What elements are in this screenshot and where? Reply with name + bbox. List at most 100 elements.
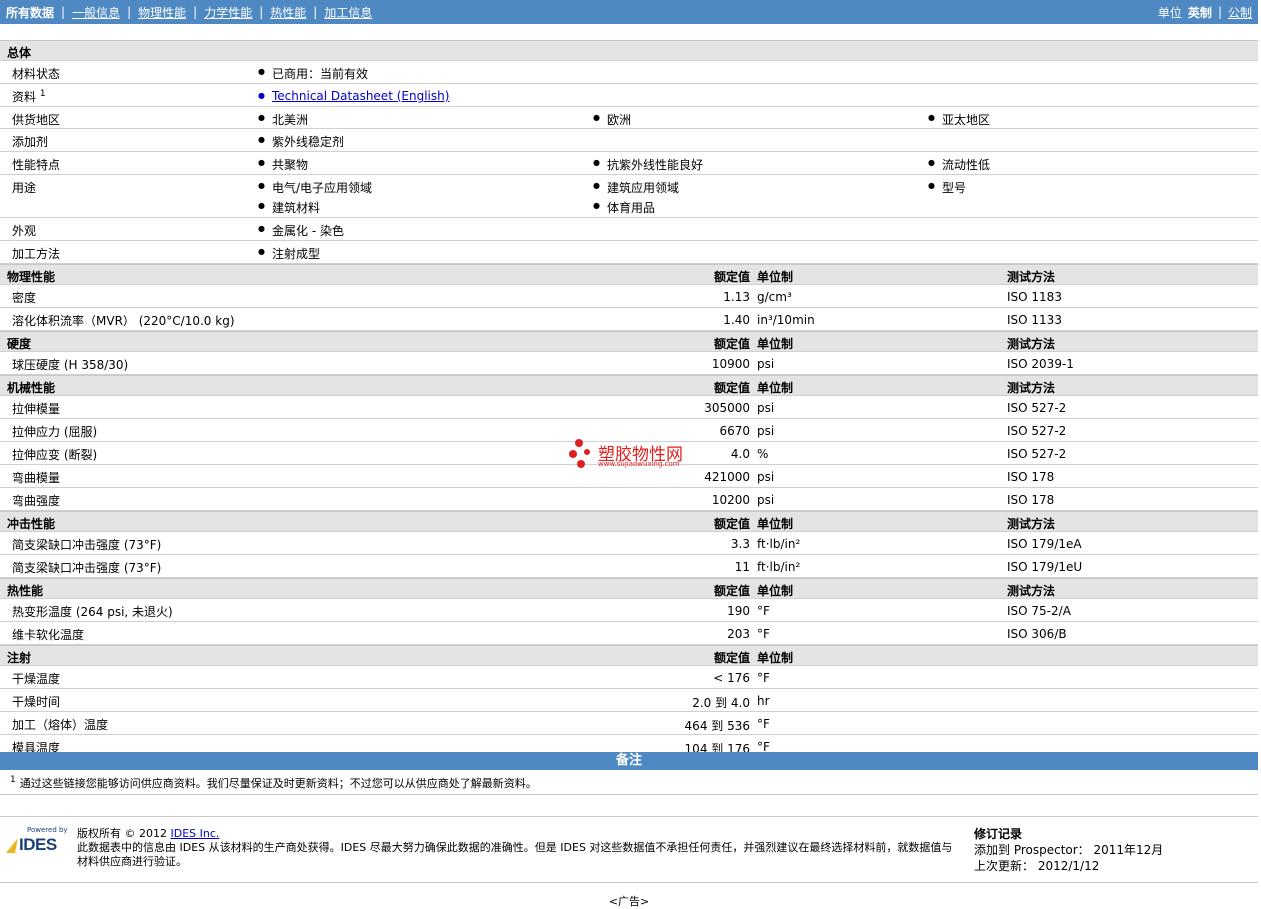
row-label: 材料状态 [12, 67, 61, 81]
nav-separator: | [1217, 5, 1222, 19]
section-general: 总体 [0, 40, 1258, 61]
row-value: 抗紫外线性能良好 [593, 156, 703, 173]
property-unit: g/cm³ [757, 290, 792, 304]
property-row: 热变形温度 (264 psi, 未退火) 190 °F ISO 75-2/A [0, 599, 1258, 622]
section-header: 硬度 额定值 单位制 测试方法 [0, 331, 1258, 352]
header-value: 额定值 [713, 651, 750, 665]
property-value: 190 [727, 604, 750, 618]
row-availability: 供货地区 北美洲 欧洲 亚太地区 [0, 107, 1258, 129]
property-test-method: ISO 75-2/A [1007, 604, 1071, 618]
property-row: 维卡软化温度 203 °F ISO 306/B [0, 622, 1258, 645]
watermark-url: www.sujiaowuxing.com [598, 460, 680, 468]
nav-processing[interactable]: 加工信息 [324, 4, 372, 21]
nav-all-data[interactable]: 所有数据 [6, 4, 54, 21]
nav-thermal[interactable]: 热性能 [270, 4, 306, 21]
section-header: 热性能 额定值 单位制 测试方法 [0, 578, 1258, 599]
property-label: 拉伸应力 (屈服) [12, 425, 98, 439]
divider [0, 882, 1258, 883]
row-value: 建筑应用领域 [593, 179, 679, 196]
property-value: 3.3 [730, 537, 750, 551]
property-row: 弯曲强度 10200 psi ISO 178 [0, 488, 1258, 511]
nav-separator: | [193, 5, 198, 19]
row-value: 已商用：当前有效 [258, 65, 368, 82]
row-value: 亚太地区 [928, 111, 990, 128]
property-unit: in³/10min [757, 313, 815, 327]
section-title: 冲击性能 [7, 517, 56, 531]
property-row: 干燥温度 < 176 °F [0, 666, 1258, 689]
row-value: 电气/电子应用领域 [258, 179, 372, 196]
revision-history: 修订记录 添加到 Prospector： 2011年12月 上次更新： 2012… [974, 826, 1163, 874]
disclaimer: 此数据表中的信息由 IDES 从该材料的生产商处获得。IDES 尽最大努力确保此… [77, 841, 953, 868]
header-value: 额定值 [713, 381, 750, 395]
property-value: 1.40 [723, 313, 750, 327]
section-header: 注射 额定值 单位制 [0, 645, 1258, 666]
nav-physical[interactable]: 物理性能 [138, 4, 186, 21]
property-unit: psi [757, 357, 775, 371]
property-test-method: ISO 179/1eA [1007, 537, 1082, 551]
dots-icon [569, 439, 590, 468]
watermark-logo: 塑胶物性网 www.sujiaowuxing.com [568, 438, 698, 472]
property-row: 加工（熔体）温度 464 到 536 °F [0, 712, 1258, 735]
property-label: 干燥温度 [12, 672, 61, 686]
row-label: 添加剂 [12, 135, 49, 149]
property-unit: psi [757, 493, 775, 507]
property-label: 密度 [12, 291, 37, 305]
property-test-method: ISO 1133 [1007, 313, 1062, 327]
property-unit: °F [757, 604, 770, 618]
property-unit: psi [757, 401, 775, 415]
section-header: 机械性能 额定值 单位制 测试方法 [0, 375, 1258, 396]
nav-mechanical[interactable]: 力学性能 [204, 4, 252, 21]
property-sections: 物理性能 额定值 单位制 测试方法 密度 1.13 g/cm³ ISO 1183 溶化体积流率（… [0, 264, 1258, 758]
property-label: 拉伸模量 [12, 402, 61, 416]
property-label: 加工（熔体）温度 [12, 718, 109, 732]
row-label: 资料 1 [12, 89, 46, 104]
nav-separator: | [61, 5, 66, 19]
nav-general-info[interactable]: 一般信息 [72, 4, 120, 21]
header-test-method: 测试方法 [1007, 381, 1056, 395]
row-value: 欧洲 [593, 111, 631, 128]
unit-metric-link[interactable]: 公制 [1228, 4, 1252, 21]
row-value: 北美洲 [258, 111, 308, 128]
row-value: 紫外线稳定剂 [258, 133, 344, 150]
unit-english[interactable]: 英制 [1188, 4, 1212, 21]
property-label: 简支梁缺口冲击强度 (73°F) [12, 538, 162, 552]
divider [0, 816, 1258, 817]
property-unit: °F [757, 671, 770, 685]
property-label: 弯曲模量 [12, 471, 61, 485]
property-label: 拉伸应变 (断裂) [12, 448, 98, 462]
property-test-method: ISO 527-2 [1007, 424, 1067, 438]
row-uses: 用途 电气/电子应用领域 建筑应用领域 型号 建筑材料 体育用品 [0, 175, 1258, 218]
row-appearance: 外观 金属化 - 染色 [0, 218, 1258, 241]
property-unit: psi [757, 424, 775, 438]
revision-updated: 上次更新： 2012/1/12 [974, 859, 1100, 873]
ad-label: <广告> [608, 895, 650, 908]
property-unit: °F [757, 627, 770, 641]
row-value: 型号 [928, 179, 966, 196]
section-title: 硬度 [7, 337, 32, 351]
header-unit: 单位制 [757, 337, 794, 351]
datasheet-link[interactable]: Technical Datasheet (English) [258, 89, 449, 103]
property-value: 11 [734, 560, 750, 574]
section-title: 热性能 [7, 584, 44, 598]
row-value: 体育用品 [593, 199, 655, 216]
header-value: 额定值 [713, 337, 750, 351]
company-link[interactable]: IDES Inc. [170, 827, 219, 840]
property-row: 密度 1.13 g/cm³ ISO 1183 [0, 285, 1258, 308]
row-label: 性能特点 [12, 158, 61, 172]
property-row: 拉伸模量 305000 psi ISO 527-2 [0, 396, 1258, 419]
property-unit: psi [757, 470, 775, 484]
row-label: 外观 [12, 224, 37, 238]
property-unit: % [757, 447, 769, 461]
property-row: 简支梁缺口冲击强度 (73°F) 3.3 ft·lb/in² ISO 179/1eA [0, 532, 1258, 555]
property-value: 421000 [704, 470, 750, 484]
header-value: 额定值 [713, 270, 750, 284]
nav-separator: | [313, 5, 318, 19]
property-label: 热变形温度 (264 psi, 未退火) [12, 605, 173, 619]
property-unit: °F [757, 717, 770, 731]
property-test-method: ISO 2039-1 [1007, 357, 1074, 371]
property-test-method: ISO 527-2 [1007, 401, 1067, 415]
row-processing-method: 加工方法 注射成型 [0, 241, 1258, 264]
section-header: 物理性能 额定值 单位制 测试方法 [0, 264, 1258, 285]
row-label: 供货地区 [12, 113, 61, 127]
ides-logo: Powered by IDES [5, 826, 69, 854]
